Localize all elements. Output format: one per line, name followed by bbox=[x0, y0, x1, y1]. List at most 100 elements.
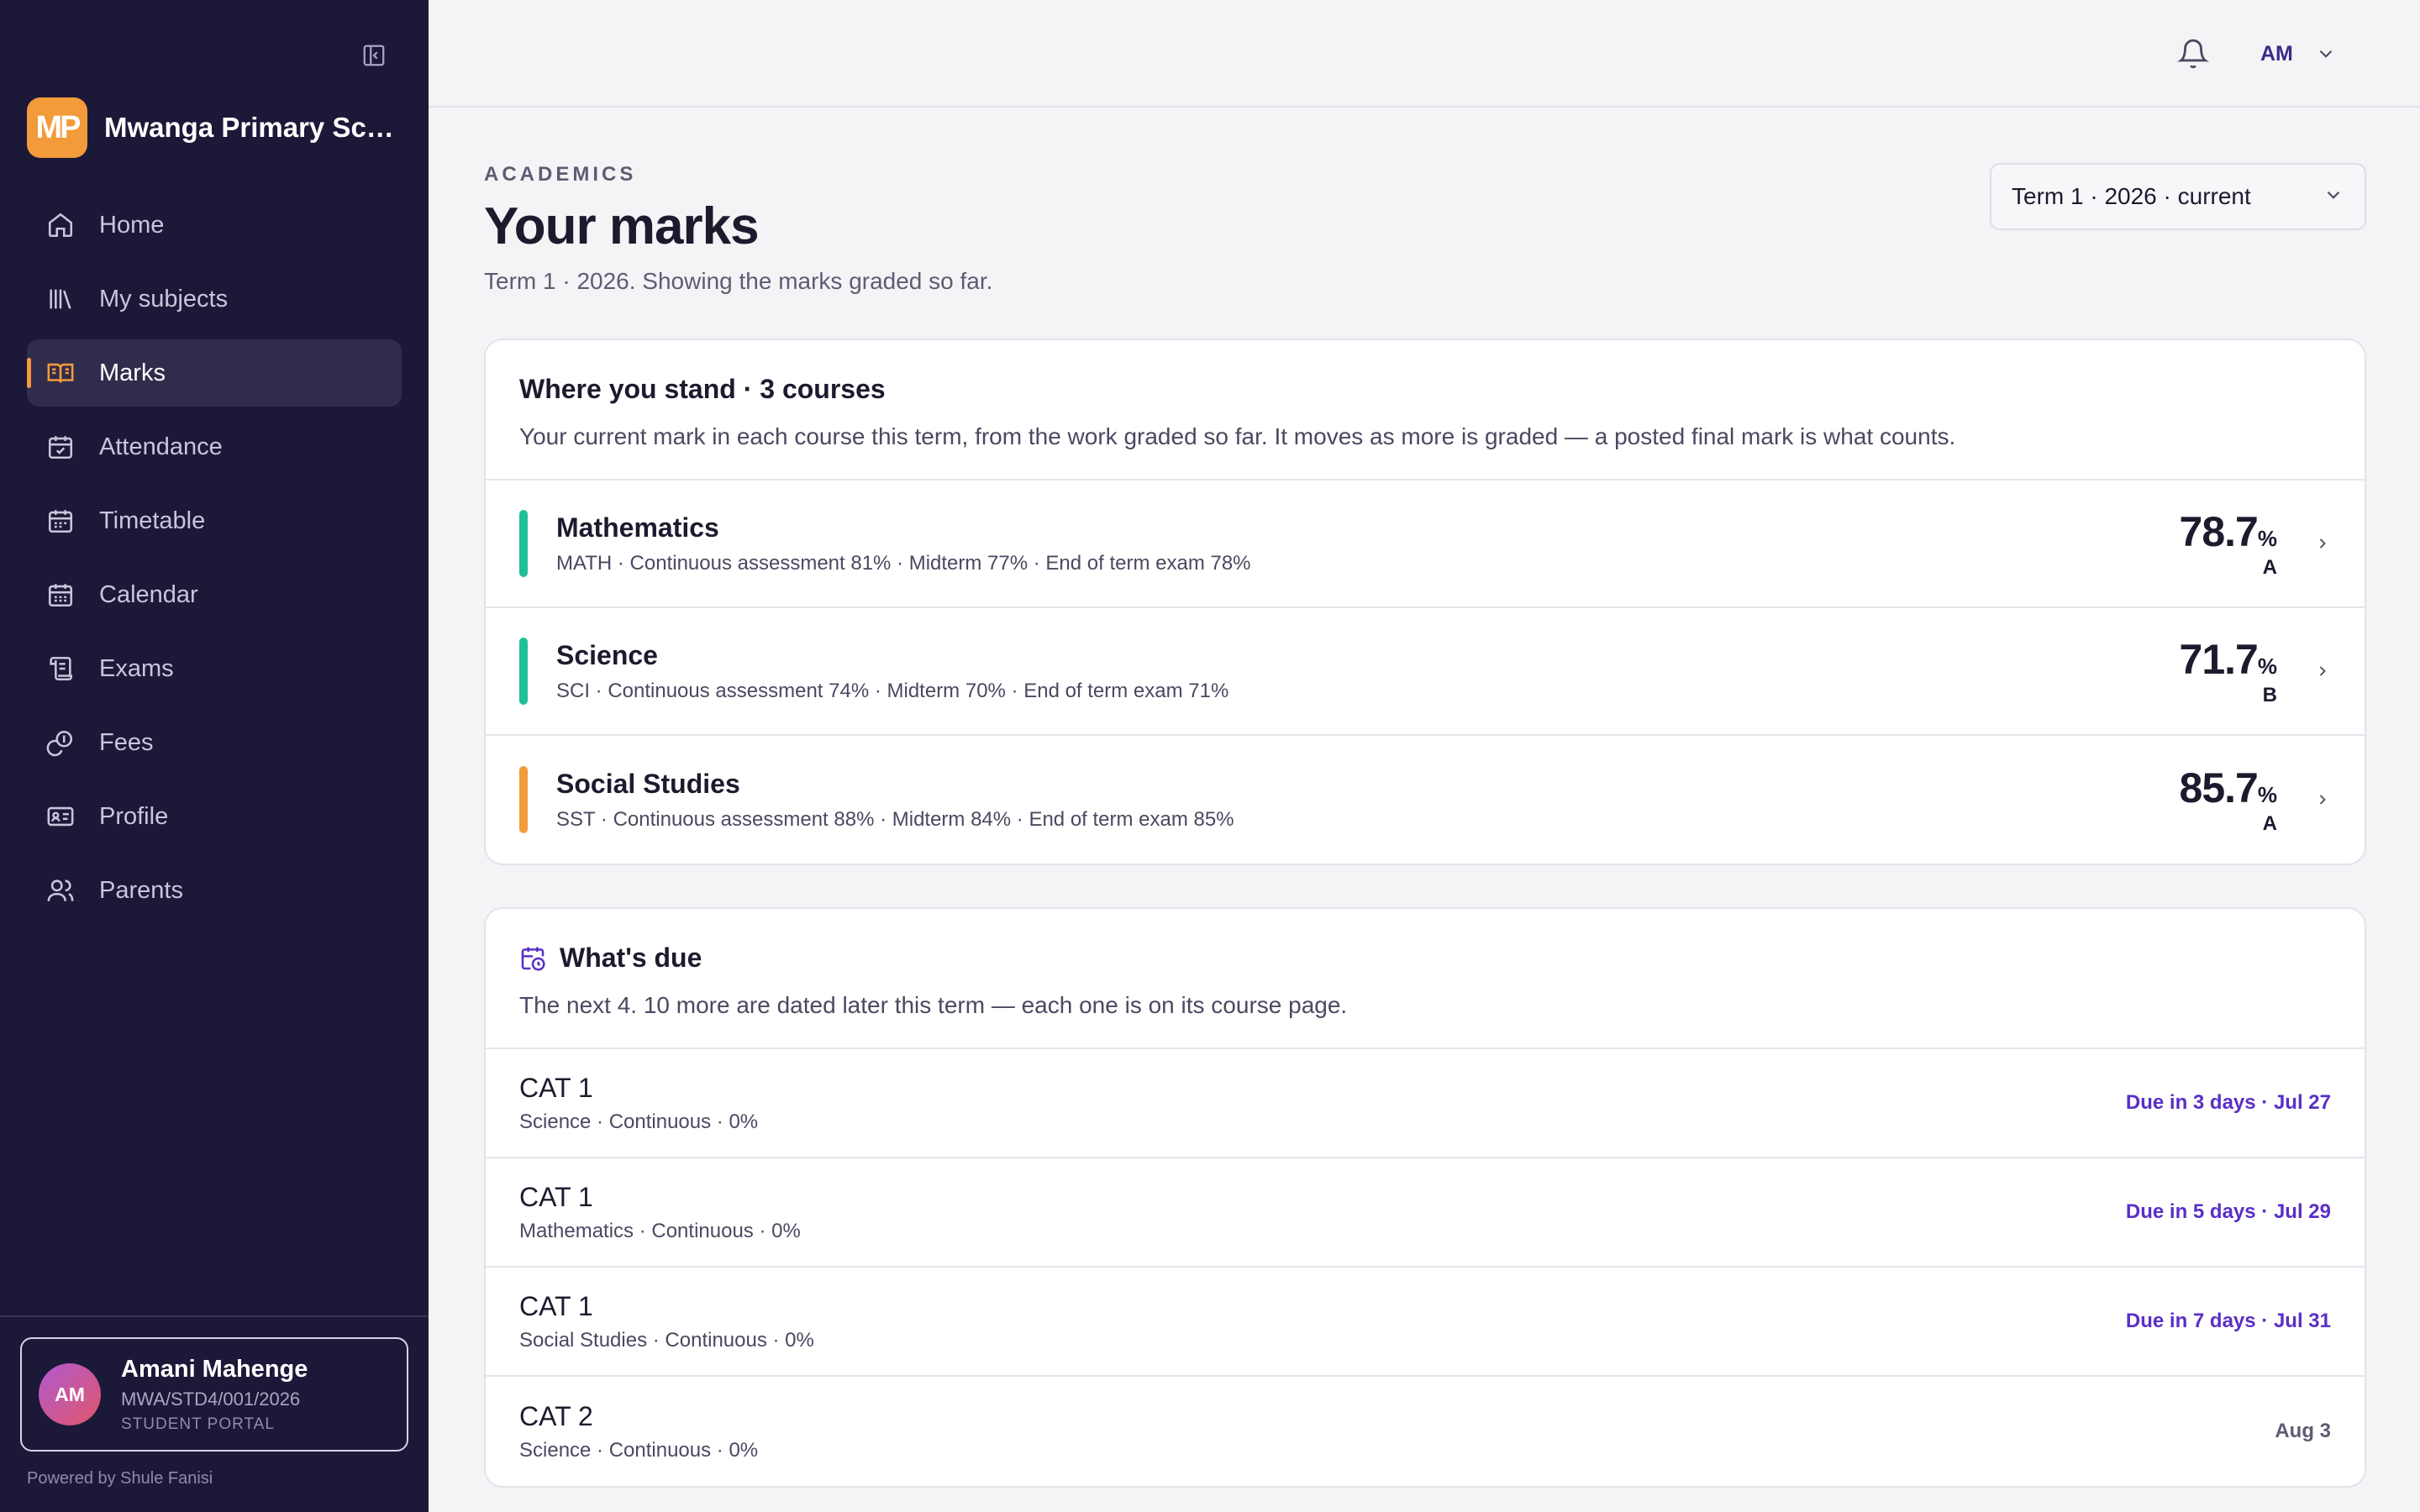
brand-name: Mwanga Primary School bbox=[104, 112, 407, 143]
course-detail: SST · Continuous assessment 88% · Midter… bbox=[556, 807, 1234, 831]
due-description: The next 4. 10 more are dated later this… bbox=[519, 992, 1348, 1018]
due-item-name: CAT 1 bbox=[519, 1181, 593, 1212]
course-text: Social Studies SST · Continuous assessme… bbox=[556, 769, 2180, 832]
sidebar-item-label: Calendar bbox=[99, 580, 198, 608]
sidebar-item-parents[interactable]: Parents bbox=[27, 857, 402, 924]
standing-title: Where you stand · 3 courses bbox=[519, 374, 886, 404]
sidebar-item-fees[interactable]: Fees bbox=[27, 709, 402, 776]
course-row-science[interactable]: Science SCI · Continuous assessment 74% … bbox=[486, 608, 2365, 736]
user-id: MWA/STD4/001/2026 bbox=[121, 1388, 301, 1410]
term-select-value: Term 1 · 2026 · current bbox=[2012, 183, 2251, 209]
sidebar-item-label: Home bbox=[99, 211, 165, 239]
sidebar-item-label: Exams bbox=[99, 654, 174, 682]
sidebar-item-marks[interactable]: Marks bbox=[27, 339, 402, 407]
page-subtitle: Term 1 · 2026. Showing the marks graded … bbox=[484, 268, 993, 294]
sidebar-item-label: Fees bbox=[99, 728, 154, 756]
due-item[interactable]: CAT 1 Science · Continuous · 0% Due in 3… bbox=[486, 1049, 2365, 1158]
due-item[interactable]: CAT 1 Social Studies · Continuous · 0% D… bbox=[486, 1268, 2365, 1377]
due-item[interactable]: CAT 1 Mathematics · Continuous · 0% Due … bbox=[486, 1158, 2365, 1268]
due-item-name: CAT 1 bbox=[519, 1290, 593, 1321]
chevron-right-icon bbox=[2314, 534, 2331, 553]
course-score: 71.7% B bbox=[2180, 635, 2277, 707]
course-name: Science bbox=[556, 639, 658, 670]
due-item-text: CAT 1 Science · Continuous · 0% bbox=[519, 1073, 2126, 1134]
score-percent-sign: % bbox=[2257, 782, 2277, 807]
due-card: What's due The next 4. 10 more are dated… bbox=[484, 907, 2366, 1488]
chevron-down-icon bbox=[2323, 184, 2344, 210]
home-icon bbox=[45, 210, 76, 240]
course-detail: SCI · Continuous assessment 74% · Midter… bbox=[556, 679, 1229, 702]
course-score: 85.7% A bbox=[2180, 764, 2277, 836]
grade-badge: B bbox=[2262, 684, 2277, 706]
course-text: Mathematics MATH · Continuous assessment… bbox=[556, 512, 2180, 575]
course-name: Mathematics bbox=[556, 512, 719, 543]
due-item-name: CAT 1 bbox=[519, 1072, 593, 1103]
due-item[interactable]: CAT 2 Science · Continuous · 0% Aug 3 bbox=[486, 1377, 2365, 1486]
collapse-sidebar-icon[interactable] bbox=[360, 41, 388, 70]
user-menu[interactable]: AM bbox=[2260, 37, 2337, 71]
due-item-name: CAT 2 bbox=[519, 1400, 593, 1431]
calendar-icon bbox=[45, 580, 76, 610]
sidebar-item-home[interactable]: Home bbox=[27, 192, 402, 259]
due-card-header: What's due The next 4. 10 more are dated… bbox=[486, 909, 2365, 1049]
course-color-bar bbox=[519, 510, 528, 577]
sidebar-item-label: My subjects bbox=[99, 285, 229, 312]
user-info: Amani Mahenge MWA/STD4/001/2026 STUDENT … bbox=[121, 1356, 308, 1434]
users-icon bbox=[45, 875, 76, 906]
sidebar-item-label: Parents bbox=[99, 876, 183, 904]
score-value: 71.7 bbox=[2179, 636, 2259, 683]
due-item-date: Due in 7 days · Jul 31 bbox=[2125, 1310, 2331, 1332]
main-content: AM ACADEMICS Your marks Term 1 · 2026. S… bbox=[429, 0, 2420, 1512]
sidebar-item-timetable[interactable]: Timetable bbox=[27, 487, 402, 554]
chevron-down-icon bbox=[2315, 43, 2337, 65]
topbar: AM bbox=[429, 0, 2420, 108]
user-card[interactable]: AM Amani Mahenge MWA/STD4/001/2026 STUDE… bbox=[20, 1337, 408, 1452]
due-item-text: CAT 1 Social Studies · Continuous · 0% bbox=[519, 1291, 2126, 1352]
id-card-icon bbox=[45, 801, 76, 832]
due-item-text: CAT 2 Science · Continuous · 0% bbox=[519, 1401, 2275, 1462]
course-score: 78.7% A bbox=[2180, 507, 2277, 580]
sidebar-item-exams[interactable]: Exams bbox=[27, 635, 402, 702]
library-icon bbox=[45, 284, 76, 314]
standing-description: Your current mark in each course this te… bbox=[519, 423, 1956, 449]
grade-badge: A bbox=[2262, 556, 2277, 579]
sidebar-item-label: Marks bbox=[99, 359, 166, 386]
sidebar-item-label: Profile bbox=[99, 802, 169, 830]
score-percent-sign: % bbox=[2257, 654, 2277, 679]
due-item-meta: Science · Continuous · 0% bbox=[519, 1438, 759, 1462]
due-item-date: Aug 3 bbox=[2275, 1420, 2331, 1442]
sidebar-item-label: Timetable bbox=[99, 507, 206, 534]
sidebar-nav: Home My subjects Marks Attendance Timeta… bbox=[27, 192, 402, 931]
term-select[interactable]: Term 1 · 2026 · current bbox=[1990, 163, 2366, 230]
coins-icon bbox=[45, 727, 76, 758]
sidebar-item-my-subjects[interactable]: My subjects bbox=[27, 265, 402, 333]
course-name: Social Studies bbox=[556, 768, 740, 799]
sidebar-item-profile[interactable]: Profile bbox=[27, 783, 402, 850]
course-text: Science SCI · Continuous assessment 74% … bbox=[556, 640, 2180, 703]
sidebar-item-attendance[interactable]: Attendance bbox=[27, 413, 402, 480]
grade-badge: A bbox=[2262, 812, 2277, 835]
course-row-mathematics[interactable]: Mathematics MATH · Continuous assessment… bbox=[486, 480, 2365, 608]
sidebar: MP Mwanga Primary School Home My subject… bbox=[0, 0, 429, 1512]
user-initials: AM bbox=[2260, 41, 2293, 66]
due-item-meta: Science · Continuous · 0% bbox=[519, 1110, 759, 1133]
sidebar-item-calendar[interactable]: Calendar bbox=[27, 561, 402, 628]
scroll-icon bbox=[45, 654, 76, 684]
sidebar-footer: AM Amani Mahenge MWA/STD4/001/2026 STUDE… bbox=[0, 1315, 429, 1512]
bell-icon[interactable] bbox=[2176, 37, 2210, 71]
course-row-social-studies[interactable]: Social Studies SST · Continuous assessme… bbox=[486, 736, 2365, 864]
score-percent-sign: % bbox=[2257, 526, 2277, 551]
calendar-clock-icon bbox=[519, 945, 546, 972]
sidebar-item-label: Attendance bbox=[99, 433, 223, 460]
due-item-date: Due in 3 days · Jul 27 bbox=[2125, 1091, 2331, 1114]
chevron-right-icon bbox=[2314, 790, 2331, 809]
standing-card-header: Where you stand · 3 courses Your current… bbox=[486, 340, 2365, 480]
course-detail: MATH · Continuous assessment 81% · Midte… bbox=[556, 551, 1251, 575]
user-role: STUDENT PORTAL bbox=[121, 1415, 275, 1433]
standing-card: Where you stand · 3 courses Your current… bbox=[484, 339, 2366, 865]
due-title: What's due bbox=[560, 942, 702, 973]
brand[interactable]: MP Mwanga Primary School bbox=[27, 97, 407, 158]
due-item-meta: Mathematics · Continuous · 0% bbox=[519, 1219, 801, 1242]
calendar-check-icon bbox=[45, 432, 76, 462]
due-item-meta: Social Studies · Continuous · 0% bbox=[519, 1328, 814, 1352]
